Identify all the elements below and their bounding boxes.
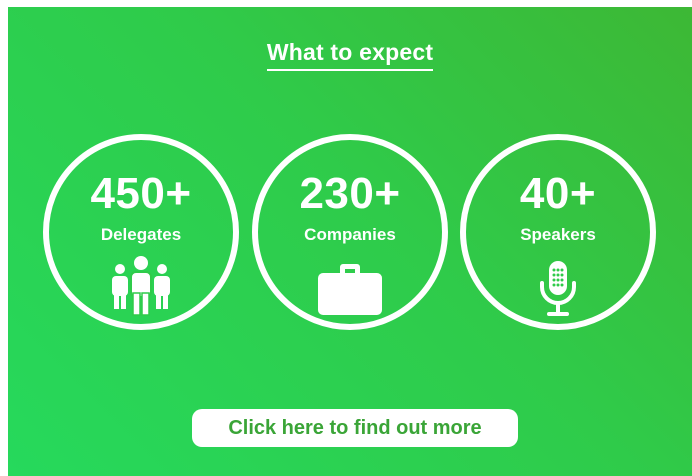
briefcase-icon xyxy=(318,264,382,315)
stat-label: Delegates xyxy=(100,225,182,244)
stat-label: Speakers xyxy=(520,225,596,244)
stat-value: 450+ xyxy=(90,169,192,218)
stat-value: 230+ xyxy=(299,169,401,218)
find-out-more-button[interactable]: Click here to find out more xyxy=(192,409,518,447)
stat-companies: 230+ Companies xyxy=(252,134,448,330)
section-heading: What to expect xyxy=(266,39,434,71)
what-to-expect-panel: What to expect 450+ Delegates 230+ Compa… xyxy=(8,7,692,476)
section-heading-wrap: What to expect xyxy=(8,39,692,71)
people-icon xyxy=(112,256,170,316)
microphone-icon xyxy=(540,261,576,316)
stat-delegates: 450+ Delegates xyxy=(43,134,239,330)
stat-label: Companies xyxy=(304,225,396,244)
stat-value: 40+ xyxy=(519,169,597,218)
stat-speakers: 40+ Speakers xyxy=(460,134,656,330)
